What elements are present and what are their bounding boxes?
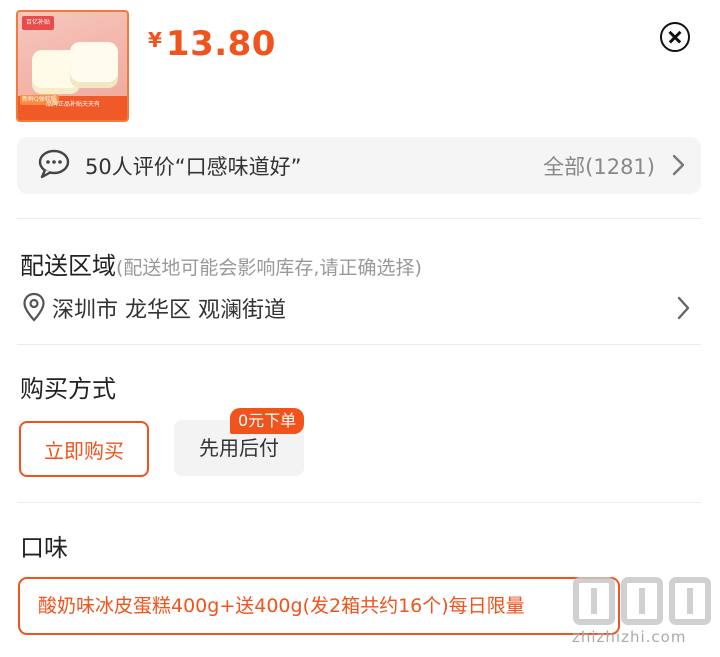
chevron-right-icon <box>677 296 690 320</box>
review-summary-bar[interactable]: 50人评价“口感味道好” 全部(1281) <box>17 137 701 194</box>
delivery-section-title: 配送区域(配送地可能会影响库存,请正确选择) <box>20 246 422 281</box>
price-amount: 13.80 <box>165 24 276 64</box>
currency-symbol: ¥ <box>148 28 162 52</box>
divider <box>17 502 701 503</box>
location-pin-icon <box>23 292 45 322</box>
thumb-promo-text: 品牌正品补贴天天有 <box>46 101 101 108</box>
chat-bubble-icon <box>38 149 70 179</box>
product-thumbnail[interactable]: 百亿补贴 新鲜Q弹软糯 品牌正品补贴天天有 <box>16 10 129 122</box>
close-button[interactable] <box>660 22 690 52</box>
cake-image <box>70 42 118 88</box>
divider <box>17 344 701 345</box>
watermark-url: zhizhizhi.com <box>572 628 687 646</box>
product-price: ¥13.80 <box>148 24 276 64</box>
review-all-count[interactable]: 全部(1281) <box>543 151 655 181</box>
flavor-section-title: 口味 <box>20 534 68 562</box>
delivery-address-row[interactable]: 深圳市 龙华区 观澜街道 <box>20 290 700 326</box>
review-highlight: 50人评价“口感味道好” <box>85 155 302 179</box>
zero-down-tag: 0元下单 <box>230 408 305 434</box>
chevron-right-icon <box>672 154 685 176</box>
purchase-section-title: 购买方式 <box>20 375 116 403</box>
divider <box>17 218 701 219</box>
delivery-address: 深圳市 龙华区 观澜街道 <box>52 298 286 323</box>
option-buy-now[interactable]: 立即购买 <box>19 421 149 477</box>
thumb-brand-label: 百亿补贴 <box>22 16 54 30</box>
flavor-option[interactable]: 酸奶味冰皮蛋糕400g+送400g(发2箱共约16个)每日限量 <box>18 577 620 635</box>
delivery-hint: (配送地可能会影响库存,请正确选择) <box>116 257 422 279</box>
delivery-title: 配送区域 <box>20 252 116 280</box>
